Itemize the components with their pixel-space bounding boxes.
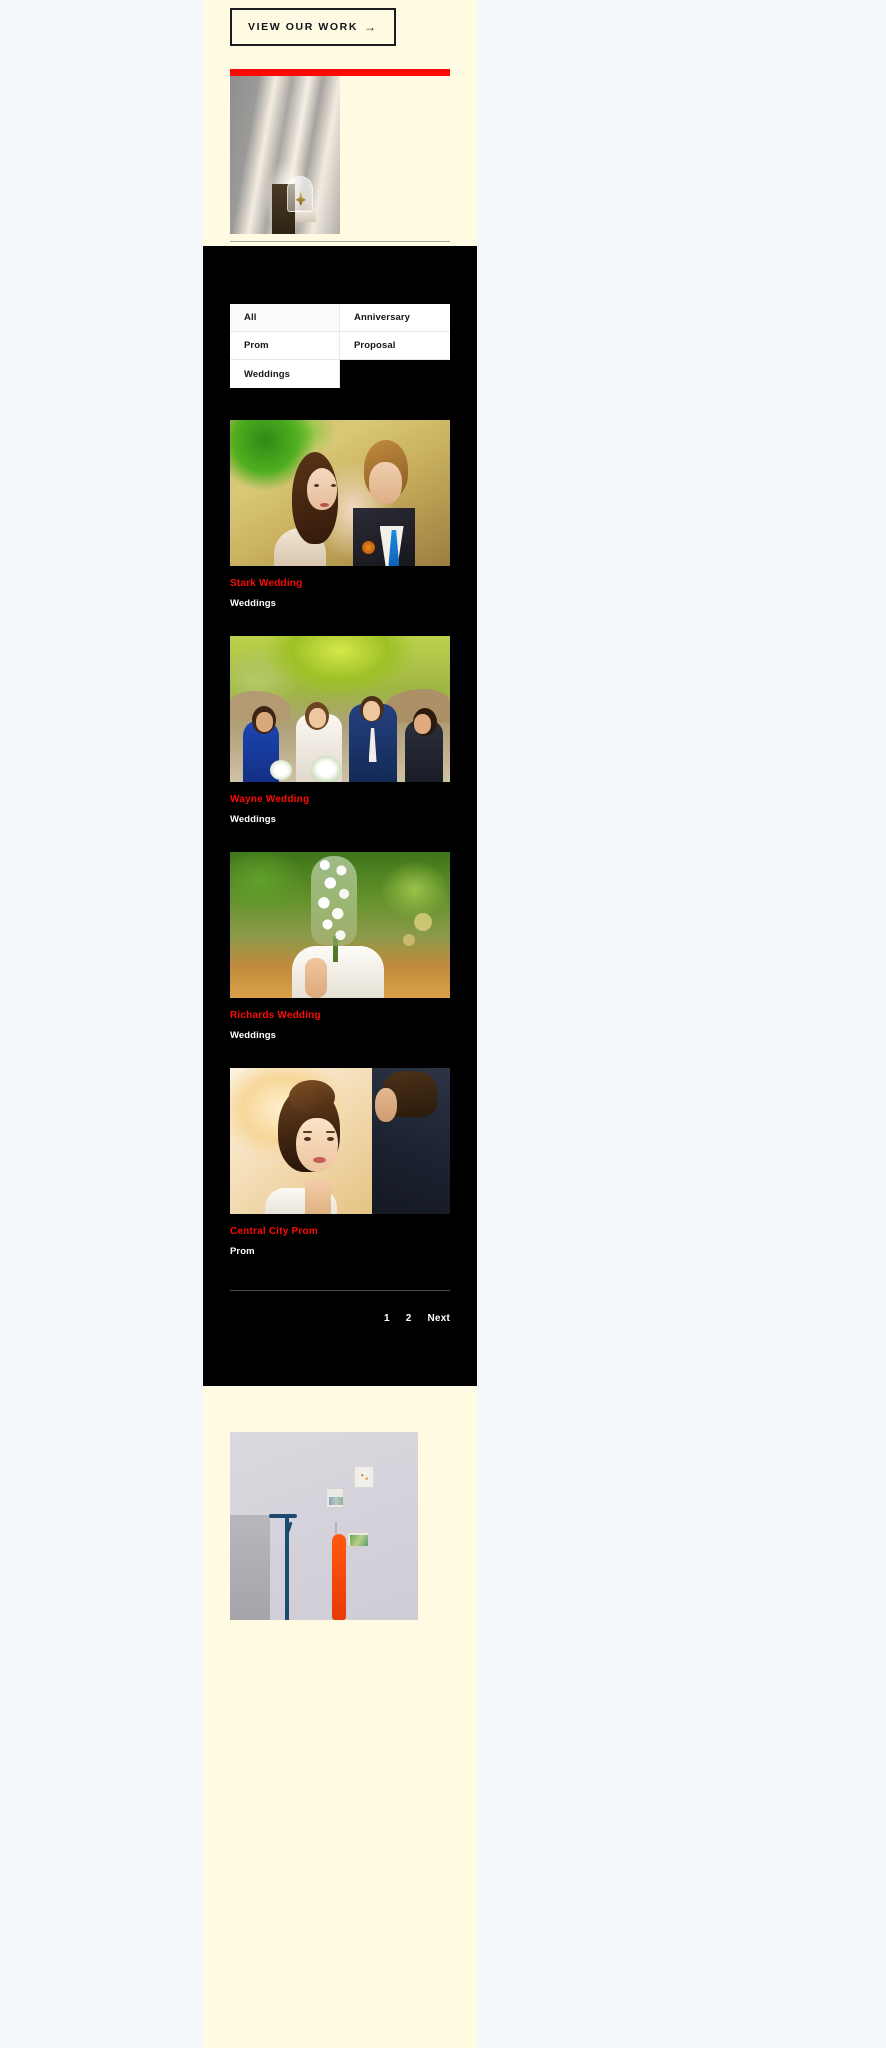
pagination: 1 2 Next	[230, 1313, 450, 1324]
photo-detail-face-right	[368, 462, 402, 505]
gallery-item: Richards Wedding Weddings	[230, 852, 450, 1041]
filter-tab-weddings[interactable]: Weddings	[230, 360, 340, 388]
photo-detail-towel	[230, 1514, 270, 1620]
photo-detail-face	[363, 701, 381, 721]
photo-detail-wall-print-1	[325, 1488, 344, 1509]
hero-photo-cloche	[287, 176, 314, 212]
gallery-section: All Anniversary Prom Proposal Weddings S…	[203, 246, 477, 1386]
gallery-item-thumbnail[interactable]	[230, 1068, 450, 1214]
gallery-item: Central City Prom Prom	[230, 1068, 450, 1257]
photo-detail-rod	[269, 1513, 298, 1518]
pagination-page-1[interactable]: 1	[384, 1313, 390, 1324]
gallery-item-title[interactable]: Central City Prom	[230, 1226, 450, 1237]
gallery-item-title[interactable]: Stark Wedding	[230, 578, 450, 589]
photo-detail-hook	[335, 1522, 338, 1535]
site-viewport: VIEW OUR WORK → All Anniversary Prom Pro…	[203, 0, 477, 2048]
bottom-photo	[230, 1432, 418, 1620]
photo-detail-man-cheek	[375, 1088, 398, 1123]
gallery-photo-stark-wedding	[230, 420, 450, 566]
filter-tab-weddings-label: Weddings	[244, 368, 291, 380]
pagination-next[interactable]: Next	[428, 1313, 450, 1324]
gallery-item-category: Prom	[230, 1246, 255, 1257]
gallery-item-thumbnail[interactable]	[230, 852, 450, 998]
photo-detail-lips	[312, 1157, 326, 1164]
photo-detail-bokeh	[402, 933, 415, 946]
pagination-divider	[230, 1290, 450, 1291]
photo-detail-arm	[304, 958, 327, 998]
photo-detail-bouquet	[269, 760, 292, 780]
photo-detail-wall-print-3	[346, 1531, 369, 1547]
hero-divider-line	[230, 241, 450, 242]
filter-tab-proposal-label: Proposal	[354, 340, 396, 351]
pagination-wrapper: 1 2 Next	[230, 1284, 450, 1386]
gallery-item-category: Weddings	[230, 598, 277, 609]
filter-tab-proposal[interactable]: Proposal	[340, 332, 450, 360]
bottom-section	[203, 1386, 477, 1620]
view-our-work-button[interactable]: VIEW OUR WORK →	[230, 8, 396, 46]
photo-detail-brow	[302, 1130, 312, 1133]
photo-detail-brow	[325, 1130, 335, 1133]
filter-tab-prom-label: Prom	[244, 340, 269, 351]
gallery-item-thumbnail[interactable]	[230, 636, 450, 782]
photo-detail-white-flowers	[311, 856, 358, 946]
filter-tab-anniversary-label: Anniversary	[354, 312, 411, 323]
hero-red-accent-bar	[230, 69, 450, 76]
view-our-work-label: VIEW OUR WORK	[248, 20, 359, 33]
category-filter-tabs: All Anniversary Prom Proposal Weddings	[230, 304, 450, 388]
photo-detail-boutonniere	[362, 541, 375, 554]
pagination-page-2[interactable]: 2	[406, 1313, 412, 1324]
filter-tab-all-label: All	[244, 312, 257, 323]
photo-detail-pole	[284, 1516, 289, 1620]
photo-detail-updo	[289, 1079, 336, 1114]
gallery-item-category: Weddings	[230, 1030, 277, 1041]
gallery-top-spacer	[230, 246, 450, 304]
gallery-item: Wayne Wedding Weddings	[230, 636, 450, 825]
photo-detail-neck	[304, 1180, 331, 1214]
photo-detail-eye	[326, 1136, 334, 1141]
hero-section: VIEW OUR WORK →	[203, 0, 477, 246]
gallery-item: Stark Wedding Weddings	[230, 420, 450, 609]
photo-detail-wall-print-2	[354, 1465, 375, 1488]
photo-detail-eye	[303, 1136, 311, 1141]
gallery-item-title[interactable]: Wayne Wedding	[230, 794, 450, 805]
filter-tab-prom[interactable]: Prom	[230, 332, 340, 360]
gallery-item-title[interactable]: Richards Wedding	[230, 1010, 450, 1021]
photo-detail-face	[296, 1117, 338, 1172]
arrow-right-icon: →	[364, 20, 378, 34]
photo-detail-kayak	[331, 1533, 346, 1620]
filter-tab-all[interactable]: All	[230, 304, 340, 332]
filter-tab-empty-cell	[340, 360, 450, 388]
hero-photo	[230, 69, 340, 234]
photo-detail-bouquet	[311, 756, 342, 782]
photo-detail-face	[414, 714, 432, 734]
hero-media	[230, 69, 450, 242]
filter-tab-anniversary[interactable]: Anniversary	[340, 304, 450, 332]
photo-detail-face	[309, 708, 327, 728]
page-root: VIEW OUR WORK → All Anniversary Prom Pro…	[0, 0, 886, 2048]
photo-detail-face	[256, 712, 274, 732]
gallery-item-category: Weddings	[230, 814, 277, 825]
gallery-item-list: Stark Wedding Weddings Wayne Wedding Wed…	[230, 388, 450, 1257]
gallery-item-thumbnail[interactable]	[230, 420, 450, 566]
